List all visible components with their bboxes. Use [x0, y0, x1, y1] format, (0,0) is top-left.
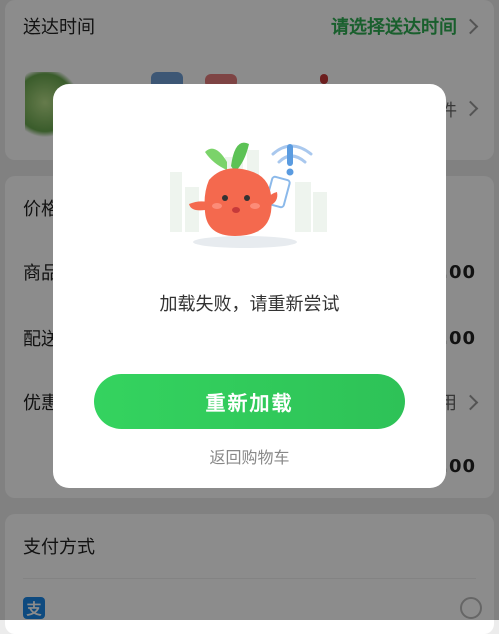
load-error-message: 加载失败，请重新尝试: [159, 294, 340, 315]
load-error-illustration: [170, 142, 327, 248]
load-error-dialog: 加载失败，请重新尝试 重新加载 返回购物车: [53, 84, 446, 488]
radish-mascot-icon: [189, 142, 278, 236]
reload-button[interactable]: 重新加载: [94, 374, 405, 429]
back-to-cart-link[interactable]: 返回购物车: [53, 444, 446, 468]
